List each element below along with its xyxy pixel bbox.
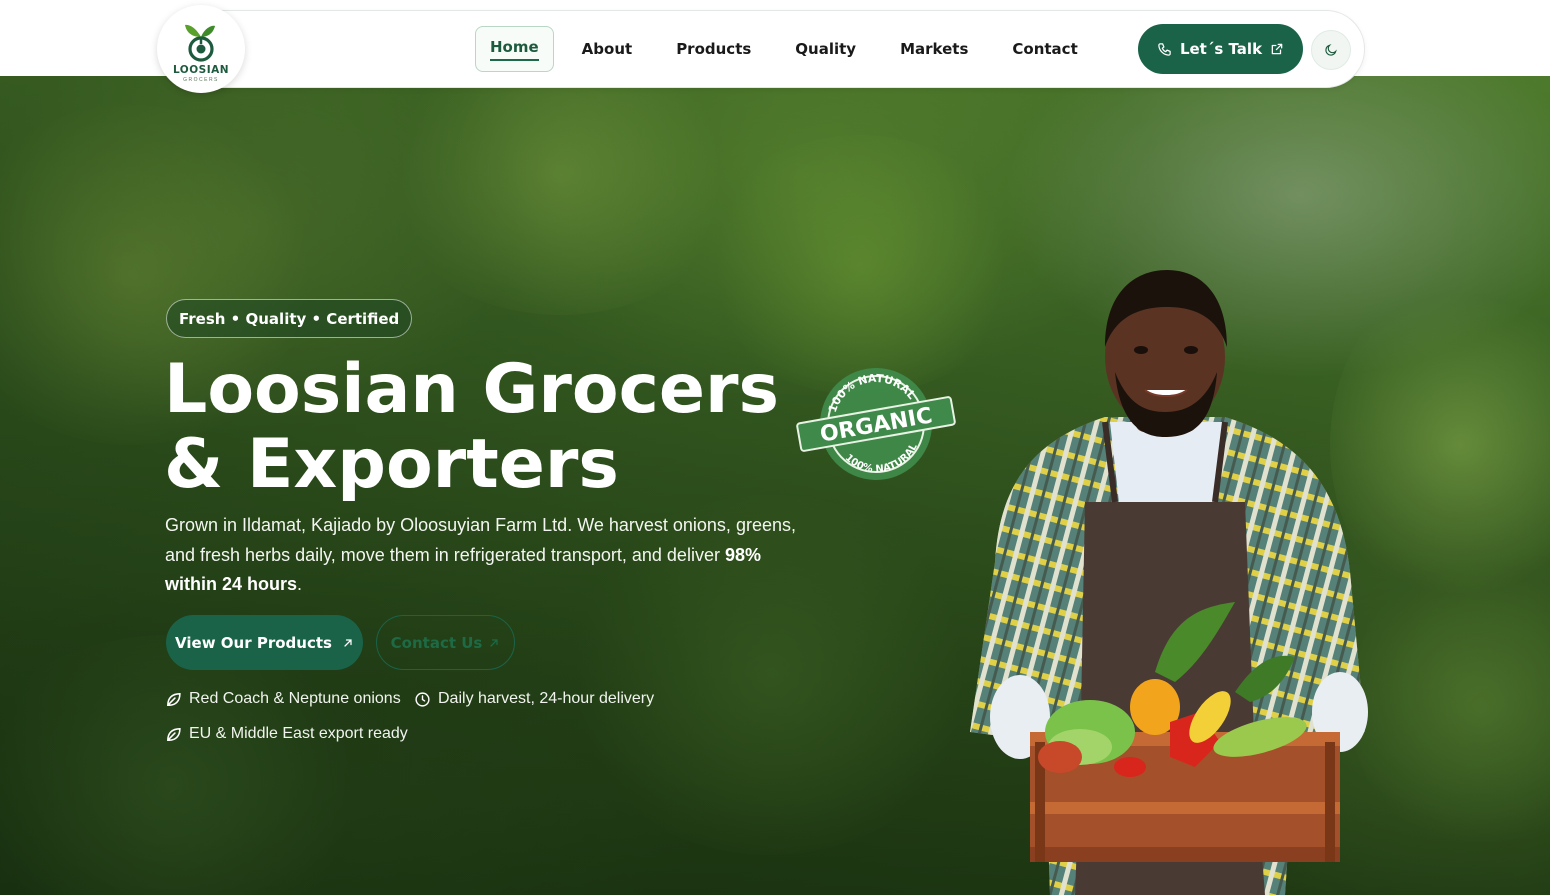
hero-description-end: . (297, 574, 303, 594)
farmer-with-vegetable-crate-image (970, 270, 1368, 895)
hero-description-text: Grown in Ildamat, Kajiado by Oloosuyian … (165, 515, 796, 565)
hero-description: Grown in Ildamat, Kajiado by Oloosuyian … (165, 511, 815, 600)
hero-title-line-1: Loosian Grocers (164, 350, 780, 429)
feature-item: EU & Middle East export ready (165, 725, 408, 743)
brand-tagline: GROCERS (183, 77, 219, 83)
brand-logo[interactable]: LOOSIAN GROCERS (157, 5, 245, 93)
nav-item-contact[interactable]: Contact (998, 26, 1091, 72)
leaf-icon (167, 727, 181, 741)
nav-item-quality[interactable]: Quality (781, 26, 870, 72)
moon-icon (1325, 44, 1337, 56)
clock-icon (415, 691, 430, 707)
phone-icon (1158, 42, 1171, 56)
view-products-button[interactable]: View Our Products (166, 615, 363, 670)
feature-item: Red Coach & Neptune onions (165, 690, 401, 708)
feature-text: EU & Middle East export ready (189, 725, 408, 742)
lets-talk-button[interactable]: Let´s Talk (1138, 24, 1303, 74)
hero-badge: Fresh • Quality • Certified (166, 299, 413, 338)
organic-stamp: 100% NATURAL 100% NATURAL ORGANIC (796, 364, 956, 481)
arrow-up-right-icon (490, 638, 498, 647)
nav-item-about[interactable]: About (568, 26, 647, 72)
feature-text: Red Coach & Neptune onions (189, 690, 401, 707)
contact-us-label: Contact Us (390, 633, 483, 652)
main-navigation: Home About Products Quality Markets Cont… (475, 26, 1108, 72)
nav-item-label: Home (490, 38, 539, 61)
hero-title-line-2: & Exporters (164, 425, 619, 504)
sprout-logo-icon (185, 24, 215, 62)
nav-item-markets[interactable]: Markets (886, 26, 982, 72)
view-products-label: View Our Products (175, 633, 332, 652)
arrow-up-right-icon (344, 638, 352, 647)
brand-name: LOOSIAN (172, 64, 230, 76)
nav-item-home[interactable]: Home (475, 26, 554, 72)
nav-item-products[interactable]: Products (662, 26, 765, 72)
hero-title: Loosian Grocers & Exporters (164, 352, 814, 502)
contact-us-button[interactable]: Contact Us (376, 615, 515, 670)
feature-text: Daily harvest, 24-hour delivery (438, 690, 655, 707)
hero-section: Fresh • Quality • Certified Loosian Groc… (0, 0, 1550, 895)
leaf-icon (167, 692, 181, 706)
feature-item: Daily harvest, 24-hour delivery (414, 690, 654, 708)
theme-toggle-button[interactable] (1311, 30, 1351, 70)
lets-talk-label: Let´s Talk (1179, 40, 1263, 58)
external-link-icon (1271, 43, 1283, 55)
